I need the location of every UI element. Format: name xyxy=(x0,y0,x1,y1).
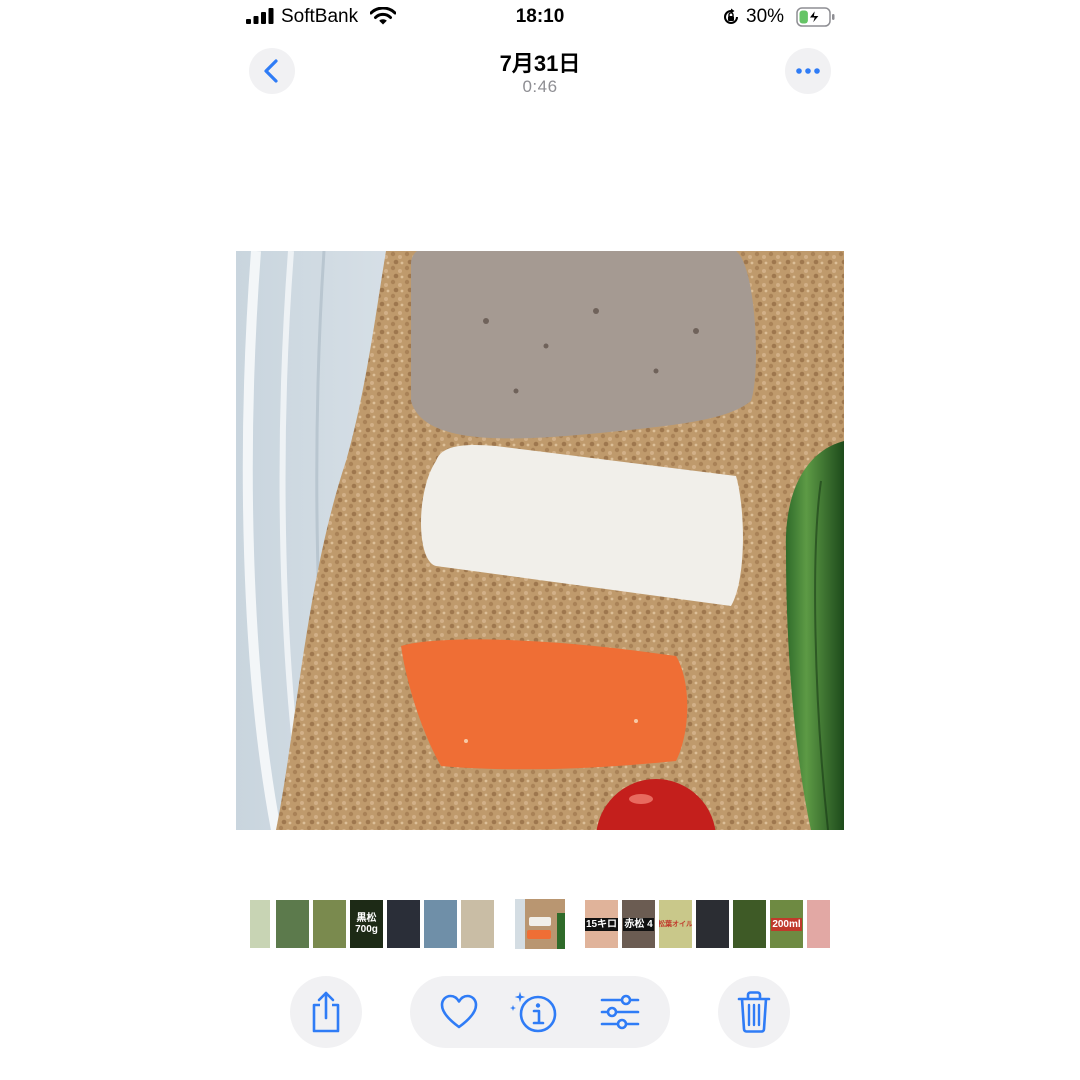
more-options-button[interactable] xyxy=(785,48,831,94)
photo-actions-group xyxy=(410,976,670,1048)
info-button[interactable] xyxy=(510,988,560,1034)
back-button[interactable] xyxy=(249,48,295,94)
info-sparkle-icon xyxy=(510,988,557,1033)
thumbnail[interactable] xyxy=(250,900,270,948)
favorite-button[interactable] xyxy=(440,994,478,1030)
thumbnail-strip[interactable]: 黒松 700g 15キロ 赤松 4 松葉オイル 200ml xyxy=(250,899,830,949)
favorite-heart-icon xyxy=(440,994,478,1029)
thumbnail[interactable]: 200ml xyxy=(770,900,803,948)
thumbnail[interactable] xyxy=(387,900,420,948)
pickles-photo-image xyxy=(236,251,844,830)
thumbnail[interactable] xyxy=(313,900,346,948)
thumbnail[interactable]: 15キロ xyxy=(585,900,618,948)
status-bar: SoftBank 18:10 30% xyxy=(236,0,844,34)
thumbnail[interactable] xyxy=(276,900,309,948)
main-photo[interactable] xyxy=(236,251,844,830)
delete-button[interactable] xyxy=(718,976,790,1048)
adjust-button[interactable] xyxy=(600,994,640,1030)
share-icon xyxy=(312,991,340,1033)
thumbnail[interactable] xyxy=(696,900,729,948)
ellipsis-icon xyxy=(796,68,820,74)
thumbnail[interactable]: 松葉オイル xyxy=(659,900,692,948)
battery-percent: 30% xyxy=(746,6,785,27)
thumbnail[interactable]: 赤松 4 xyxy=(622,900,655,948)
chevron-left-icon xyxy=(264,59,278,83)
thumbnail[interactable] xyxy=(733,900,766,948)
thumbnail[interactable] xyxy=(424,900,457,948)
rotation-lock-icon xyxy=(724,8,738,24)
thumbnail[interactable]: 黒松 700g xyxy=(350,900,383,948)
page-subtitle: 0:46 xyxy=(522,77,558,96)
battery-charging-icon xyxy=(796,7,835,27)
page-title: 7月31日 xyxy=(499,51,581,76)
adjust-sliders-icon xyxy=(600,994,640,1030)
thumbnail[interactable] xyxy=(807,900,830,948)
thumbnail-current[interactable] xyxy=(515,899,565,949)
trash-icon xyxy=(737,991,771,1033)
share-button[interactable] xyxy=(290,976,362,1048)
thumbnail[interactable] xyxy=(461,900,494,948)
